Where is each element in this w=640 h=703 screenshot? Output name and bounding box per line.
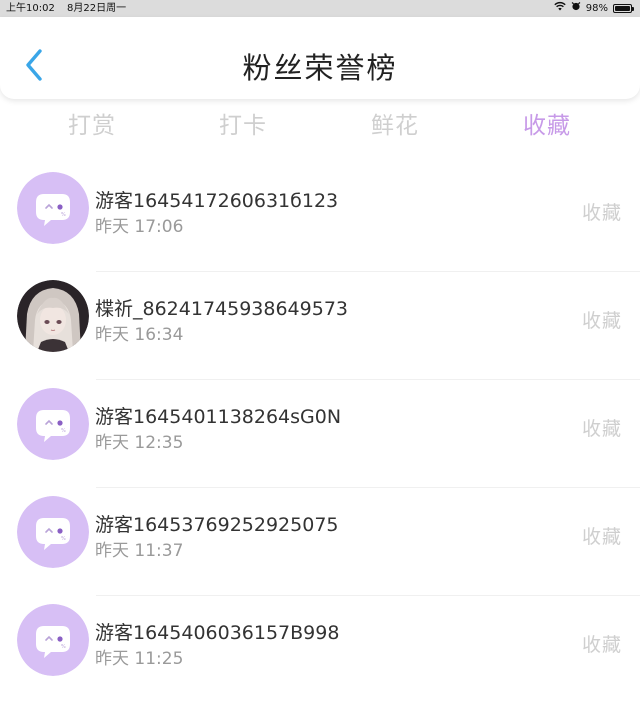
nav-header: 粉丝荣誉榜 bbox=[0, 17, 640, 99]
default-chat-avatar-icon: % bbox=[17, 496, 89, 568]
status-time: 上午10:02 bbox=[6, 3, 55, 14]
list-item-time: 昨天 17:06 bbox=[95, 217, 184, 237]
tab-reward[interactable]: 打赏 bbox=[47, 106, 137, 140]
status-date: 8月22日周一 bbox=[67, 3, 127, 14]
anime-girl-avatar-icon bbox=[17, 280, 89, 352]
list-item-name: 游客1645417260631б123 bbox=[95, 190, 339, 212]
tab-flowers[interactable]: 鲜花 bbox=[350, 106, 440, 140]
list-item-time: 昨天 11:37 bbox=[95, 541, 184, 561]
list-item-name: 游客1645406036157B998 bbox=[95, 622, 340, 644]
tab-checkin[interactable]: 打卡 bbox=[198, 106, 288, 140]
list-item-action: 收藏 bbox=[581, 634, 622, 656]
fan-list: % 游客1645417260631б123 昨天 17:06 收藏 楪祈_862… bbox=[0, 164, 640, 703]
list-item-action: 收藏 bbox=[581, 310, 622, 332]
default-chat-avatar-icon: % bbox=[17, 604, 89, 676]
wifi-icon bbox=[554, 0, 566, 17]
status-left: 上午10:02 8月22日周一 bbox=[6, 0, 135, 17]
list-item[interactable]: % 游客1645406036157B998 昨天 11:25 收藏 bbox=[0, 596, 640, 703]
battery-icon bbox=[613, 4, 634, 13]
svg-text:%: % bbox=[61, 644, 66, 650]
tab-bar: 打赏 打卡 鲜花 收藏 bbox=[0, 100, 640, 144]
battery-percent: 98% bbox=[585, 3, 608, 14]
svg-text:%: % bbox=[61, 212, 66, 218]
list-item-time: 昨天 12:35 bbox=[95, 433, 184, 453]
list-item-time: 昨天 16:34 bbox=[95, 325, 184, 345]
list-item[interactable]: % 游客1645417260631б123 昨天 17:06 收藏 bbox=[0, 164, 640, 271]
status-bar: 上午10:02 8月22日周一 98% bbox=[0, 0, 640, 17]
default-chat-avatar-icon: % bbox=[17, 172, 89, 244]
list-item-action: 收藏 bbox=[581, 526, 622, 548]
alarm-icon bbox=[571, 0, 581, 17]
battery-fill bbox=[615, 6, 630, 11]
list-item-name: 游客16453769252925075 bbox=[95, 514, 339, 536]
svg-text:%: % bbox=[61, 428, 66, 434]
default-chat-avatar-icon: % bbox=[17, 388, 89, 460]
list-item-name: 游客1645401138264sG0N bbox=[95, 406, 342, 428]
list-item-action: 收藏 bbox=[581, 418, 622, 440]
svg-text:%: % bbox=[61, 536, 66, 542]
list-item-action: 收藏 bbox=[581, 202, 622, 224]
tab-favorites[interactable]: 收藏 bbox=[502, 106, 592, 140]
list-item-time: 昨天 11:25 bbox=[95, 649, 184, 669]
page-title: 粉丝荣誉榜 bbox=[242, 51, 398, 85]
status-right: 98% bbox=[554, 0, 634, 17]
list-item-name: 楪祈_86241745938649573 bbox=[95, 298, 349, 320]
list-item[interactable]: % 游客16453769252925075 昨天 11:37 收藏 bbox=[0, 488, 640, 595]
list-item[interactable]: % 游客1645401138264sG0N 昨天 12:35 收藏 bbox=[0, 380, 640, 487]
list-item[interactable]: 楪祈_86241745938649573 昨天 16:34 收藏 bbox=[0, 272, 640, 379]
